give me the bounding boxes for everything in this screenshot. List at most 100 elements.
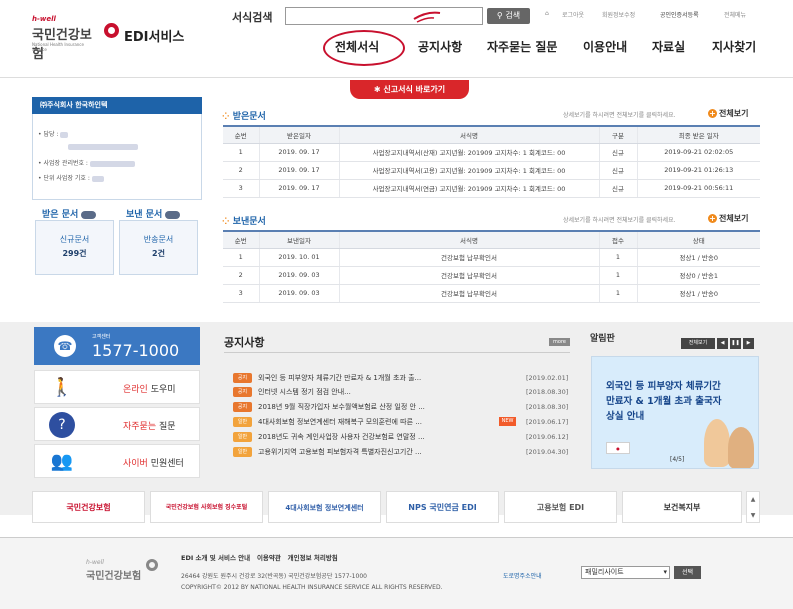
partner-mohw[interactable]: 보건복지부 xyxy=(622,491,742,523)
nav-branch-search[interactable]: 지사찾기 xyxy=(712,38,756,55)
cell[interactable]: 건강보험 납부확인서 xyxy=(338,284,599,303)
table-row[interactable]: 2 2019. 09. 17 사업장고지내역서(고용) 고지년월: 201909 고… xyxy=(223,161,760,180)
footer-road-address-link[interactable]: 도로명주소안내 xyxy=(503,571,542,580)
pause-icon[interactable]: ❚❚ xyxy=(730,338,741,349)
nav-library[interactable]: 자료실 xyxy=(652,38,685,55)
footer-link-privacy[interactable]: 개인정보 처리방침 xyxy=(288,554,338,562)
returned-docs-label: 반송문서 xyxy=(143,235,174,244)
plus-icon: + xyxy=(708,214,717,223)
callcenter-box[interactable]: ☎ 고객센터 1577-1000 xyxy=(34,327,200,365)
family-site-select[interactable]: 패밀리사이트 ▾ xyxy=(581,566,670,579)
sent-note: 상세보기를 하시려면 전체보기를 클릭하세요. xyxy=(563,217,676,224)
notice-item[interactable]: 공지 인터넷 시스템 정기 점검 안내... xyxy=(233,386,351,398)
family-site-go-button[interactable]: 선택 xyxy=(674,566,701,579)
nav-faq[interactable]: 자주묻는 질문 xyxy=(487,38,557,55)
partner-nhis[interactable]: 국민건강보험 xyxy=(32,491,145,523)
footer-logo: h-well 국민건강보험 xyxy=(86,559,166,589)
masked-value xyxy=(68,143,138,150)
footer-link-terms[interactable]: 이용약관 xyxy=(257,554,281,562)
table-row[interactable]: 1 2019. 10. 01 건강보험 납부확인서 1 정상1 / 반송0 xyxy=(223,248,760,267)
sent-docs-heading[interactable]: 보낸 문서 xyxy=(126,207,181,220)
util-all-menu[interactable]: 전체메뉴 xyxy=(724,10,746,19)
info-biz-number-label: 사업장 관리번호 : xyxy=(43,160,88,167)
received-fullview-button[interactable]: + 전체보기 xyxy=(708,108,748,119)
new-docs-count: 299건 xyxy=(62,249,87,258)
returned-docs-box[interactable]: 반송문서 2건 xyxy=(119,220,198,275)
sent-section-title: ⁘ 보낸문서 xyxy=(222,214,266,227)
banner-line: 외국인 등 피부양자 체류기간 xyxy=(606,381,721,392)
prev-icon[interactable]: ◀ xyxy=(717,338,728,349)
nhis-logo[interactable]: h-well 국민건강보험 National Health Insurance … xyxy=(32,15,119,62)
info-biz-number: • 사업장 관리번호 : xyxy=(38,158,135,167)
table-row[interactable]: 3 2019. 09. 17 사업장고지내역서(연금) 고지년월: 201909 고… xyxy=(223,179,760,198)
scroll-down-icon[interactable]: ▼ xyxy=(747,508,759,524)
highlight-circle xyxy=(323,30,405,66)
cell: 2019-09-21 02:02:05 xyxy=(636,143,760,162)
notice-date: [2019.06.17] xyxy=(526,418,569,426)
masked-value xyxy=(89,160,135,167)
table-row[interactable]: 3 2019. 09. 03 건강보험 납부확인서 1 정상1 / 반송0 xyxy=(223,284,760,303)
report-icon: ✱ xyxy=(373,85,381,94)
notice-item[interactable]: 일반 고용위기지역 고용보험 피보험자격 특별자진신고기간 ... xyxy=(233,446,422,458)
search-input[interactable] xyxy=(285,7,483,25)
nav-notices[interactable]: 공지사항 xyxy=(418,38,462,55)
notice-item[interactable]: 일반 4대사회보험 정보연계센터 재해복구 모의훈련에 따른 ... xyxy=(233,416,422,428)
table-row[interactable]: 2 2019. 09. 03 건강보험 납부확인서 1 정상0 / 반송1 xyxy=(223,266,760,285)
footer-link-intro[interactable]: EDI 소개 및 서비스 안내 xyxy=(181,554,250,562)
alarm-banner[interactable]: 외국인 등 피부양자 체류기간 만료자 & 1개월 초과 출국자 상실 안내 ●… xyxy=(591,356,759,469)
new-docs-box[interactable]: 신규문서 299건 xyxy=(35,220,114,275)
users-icon: 👥 xyxy=(50,451,74,472)
cyber-center-link[interactable]: 👥 사이버 민원센터 xyxy=(34,444,200,478)
cell[interactable]: 사업장고지내역서(고용) 고지년월: 201909 고지차수: 1 회계코드: … xyxy=(338,161,599,180)
search-button[interactable]: ⚲ 검색 xyxy=(487,8,530,24)
cell[interactable]: 사업장고지내역서(산재) 고지년월: 201909 고지차수: 1 회계코드: … xyxy=(338,143,599,162)
notice-tag: 일반 xyxy=(233,432,252,442)
person-illustration-icon xyxy=(704,419,730,467)
notice-item[interactable]: 일반 2018년도 귀속 계인사업장 사용자 건강보험료 연말정 ... xyxy=(233,431,425,443)
notices-more-button[interactable]: more xyxy=(549,338,570,346)
cell: 정상1 / 반송0 xyxy=(636,284,760,303)
partner-employment-edi[interactable]: 고용보험 EDI xyxy=(504,491,617,523)
sent-docs-label: 보낸 문서 xyxy=(126,210,163,220)
helper-person-icon: 🚶 xyxy=(50,377,74,398)
alarm-fullview-button[interactable]: 전체보기 xyxy=(681,338,715,349)
banner-line: 만료자 & 1개월 초과 출국자 xyxy=(606,396,722,407)
faq-link[interactable]: ? 자주묻는 질문 xyxy=(34,407,200,441)
footer-logo-ring-icon xyxy=(146,559,158,571)
util-cert-register[interactable]: 공인인증서등록 xyxy=(660,10,699,19)
home-icon[interactable]: ⌂ xyxy=(545,10,549,17)
nav-guide[interactable]: 이용안내 xyxy=(583,38,627,55)
new-docs-label: 신규문서 xyxy=(59,235,90,244)
table-row[interactable]: 1 2019. 09. 17 사업장고지내역서(산재) 고지년월: 201909 고… xyxy=(223,143,760,162)
online-helper-highlight: 온라인 xyxy=(123,385,148,395)
cell: 2019-09-21 00:56:11 xyxy=(636,179,760,198)
notice-date: [2019.04.30] xyxy=(526,448,569,456)
sent-fullview-button[interactable]: + 전체보기 xyxy=(708,213,748,224)
next-icon[interactable]: ▶ xyxy=(743,338,754,349)
received-docs-heading: 받은 문서 xyxy=(42,207,97,220)
page: h-well 국민건강보험 National Health Insurance … xyxy=(0,0,793,609)
partner-nps-edi[interactable]: NPS 국민연금 EDI xyxy=(386,491,499,523)
cell[interactable]: 건강보험 납부확인서 xyxy=(338,266,599,285)
util-member-edit[interactable]: 회원정보수정 xyxy=(602,10,635,19)
table-header-row: 순번 보낸일자 서식명 접수 상태 xyxy=(223,230,760,249)
cell: 2019-09-21 01:26:13 xyxy=(636,161,760,180)
received-docs-label: 받은 문서 xyxy=(42,210,79,220)
cell: 신규 xyxy=(598,143,637,162)
report-forms-button[interactable]: ✱ 신고서식 바로가기 xyxy=(350,80,469,99)
cell: 3 xyxy=(223,179,259,198)
partner-nhis-collection[interactable]: 국민건강보험 사회보험 징수포털 xyxy=(150,491,263,523)
notice-title: 2018년도 귀속 계인사업장 사용자 건강보험료 연말정 ... xyxy=(258,433,425,441)
online-helper-link[interactable]: 🚶 온라인 도우미 xyxy=(34,370,200,404)
banner-page: [4/5] xyxy=(670,456,685,463)
scroll-up-icon[interactable]: ▲ xyxy=(747,492,759,508)
cell: 2019. 09. 17 xyxy=(258,161,339,180)
cell[interactable]: 건강보험 납부확인서 xyxy=(338,248,599,267)
util-logout[interactable]: 로그아웃 xyxy=(562,10,584,19)
cell[interactable]: 사업장고지내역서(연금) 고지년월: 201909 고지차수: 1 회계코드: … xyxy=(338,179,599,198)
notice-item[interactable]: 공지 외국인 등 피부양자 체류기간 만료자 & 1개월 초과 출... xyxy=(233,372,421,384)
notice-item[interactable]: 공지 2018년 9월 직장가입자 보수월액보험료 산정 일정 안 ... xyxy=(233,401,425,413)
partner-scroll[interactable]: ▲ ▼ xyxy=(746,491,760,523)
service-title: EDI서비스 xyxy=(124,30,185,45)
partner-4insure[interactable]: 4대사회보험 정보연계센터 xyxy=(268,491,381,523)
